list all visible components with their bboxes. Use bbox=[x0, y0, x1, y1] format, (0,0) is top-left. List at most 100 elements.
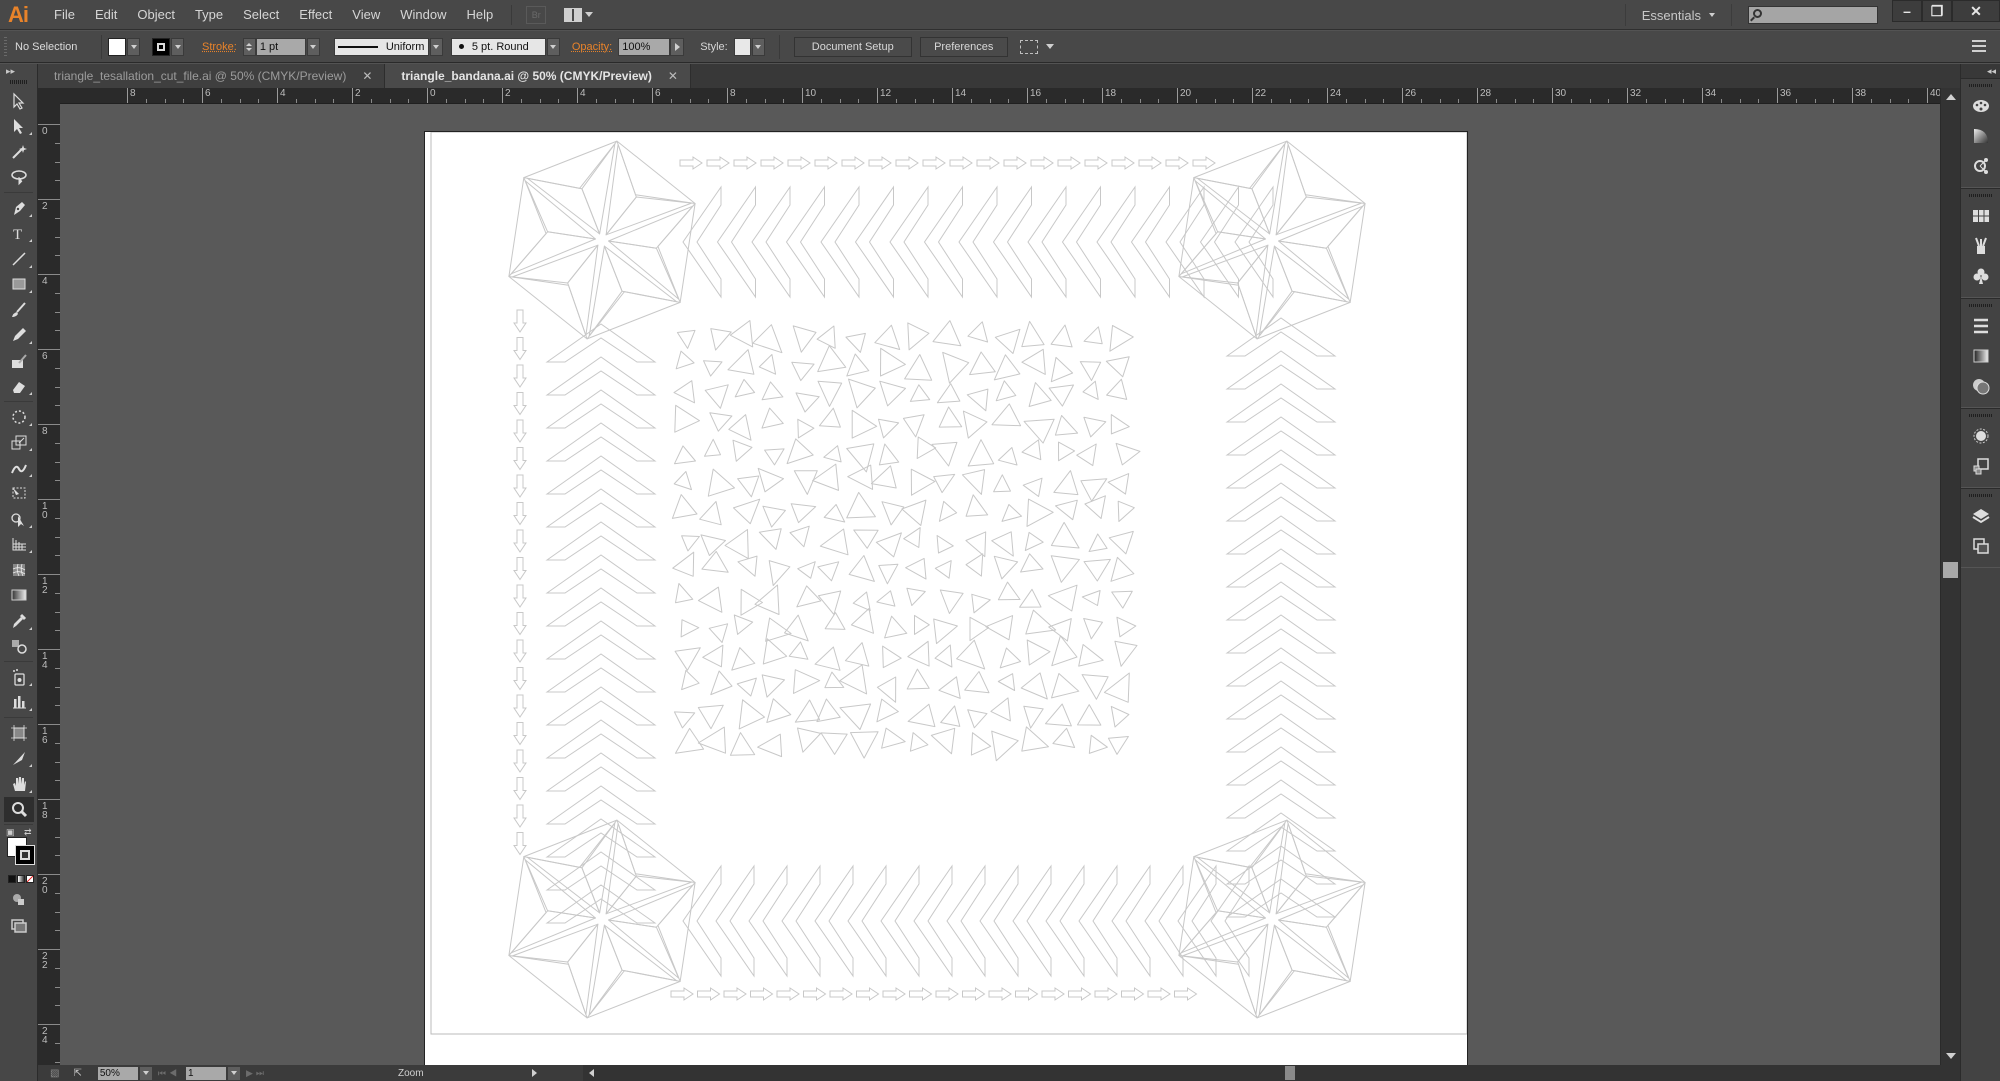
status-menu-icon[interactable] bbox=[532, 1069, 537, 1077]
direct-selection-tool[interactable] bbox=[0, 114, 38, 140]
panel-grip[interactable] bbox=[10, 80, 27, 84]
vertical-ruler[interactable]: 0 2 4 6 8 10 12 14 16 18 20 22 24 bbox=[38, 104, 60, 1065]
graphic-styles-panel-button[interactable] bbox=[1961, 451, 2000, 481]
close-tab-icon[interactable]: ✕ bbox=[362, 69, 372, 83]
lasso-tool[interactable] bbox=[0, 165, 38, 191]
canvas-area[interactable] bbox=[60, 104, 1940, 1065]
screen-mode-button[interactable] bbox=[0, 913, 38, 939]
document-setup-button[interactable]: Document Setup bbox=[793, 36, 912, 57]
artboard[interactable] bbox=[425, 132, 1467, 1065]
artboards-panel-button[interactable] bbox=[1961, 531, 2000, 561]
horizontal-ruler[interactable]: 8 6 4 2 0 2 4 6 8 10 12 14 16 18 20 22 24 26 28 30 32 34 36 38 4… bbox=[60, 88, 1940, 104]
drawing-modes-button[interactable] bbox=[0, 887, 38, 913]
scroll-thumb[interactable] bbox=[1285, 1066, 1295, 1080]
close-button[interactable]: ✕ bbox=[1952, 0, 2000, 22]
fill-color-dropdown[interactable] bbox=[127, 37, 140, 56]
line-segment-tool[interactable] bbox=[0, 246, 38, 272]
stroke-color-swatch[interactable] bbox=[152, 37, 170, 56]
symbols-panel-button[interactable] bbox=[1961, 261, 2000, 291]
artboard-tool[interactable] bbox=[0, 720, 38, 746]
magic-wand-tool[interactable] bbox=[0, 139, 38, 165]
zoom-tool[interactable] bbox=[4, 796, 34, 822]
shape-builder-tool[interactable] bbox=[0, 506, 38, 532]
perspective-grid-tool[interactable] bbox=[0, 532, 38, 558]
zoom-dropdown[interactable] bbox=[139, 1066, 152, 1080]
type-tool[interactable]: T bbox=[0, 221, 38, 247]
width-tool[interactable] bbox=[0, 455, 38, 481]
search-help-input[interactable] bbox=[1748, 6, 1878, 24]
panel-grip[interactable] bbox=[4, 36, 7, 57]
preferences-button[interactable]: Preferences bbox=[919, 36, 1008, 57]
share-icon[interactable]: ⇱ bbox=[73, 1068, 81, 1079]
fill-color-swatch[interactable] bbox=[108, 37, 126, 56]
vertical-scrollbar[interactable] bbox=[1940, 88, 1960, 1065]
profile-dropdown[interactable] bbox=[429, 37, 443, 56]
blend-tool[interactable] bbox=[0, 634, 38, 660]
kuler-panel-button[interactable] bbox=[1961, 151, 2000, 181]
menu-object[interactable]: Object bbox=[127, 7, 185, 22]
version-cue-icon[interactable]: ▧ bbox=[50, 1068, 59, 1079]
brush-definition-select[interactable]: 5 pt. Round bbox=[450, 37, 546, 56]
control-panel-menu-icon[interactable] bbox=[1972, 40, 1986, 52]
scroll-left-icon[interactable] bbox=[589, 1069, 594, 1077]
stroke-panel-link[interactable]: Stroke: bbox=[202, 41, 237, 53]
rectangle-tool[interactable] bbox=[0, 272, 38, 298]
opacity-panel-link[interactable]: Opacity: bbox=[572, 41, 612, 53]
blob-brush-tool[interactable] bbox=[0, 348, 38, 374]
pen-tool[interactable] bbox=[0, 195, 38, 221]
workspace-switcher[interactable]: Essentials bbox=[1624, 4, 1732, 26]
color-panel-button[interactable] bbox=[1961, 91, 2000, 121]
brushes-panel-button[interactable] bbox=[1961, 231, 2000, 261]
close-tab-icon[interactable]: ✕ bbox=[668, 69, 678, 83]
color-guide-panel-button[interactable] bbox=[1961, 121, 2000, 151]
stroke-swatch[interactable] bbox=[15, 845, 35, 865]
stroke-weight-input[interactable]: 1 pt bbox=[255, 37, 306, 56]
scroll-up-icon[interactable] bbox=[1946, 94, 1956, 100]
slice-tool[interactable] bbox=[0, 746, 38, 772]
mesh-tool[interactable] bbox=[0, 557, 38, 583]
paintbrush-tool[interactable] bbox=[0, 297, 38, 323]
graphic-style-dropdown[interactable] bbox=[751, 37, 765, 56]
gradient-button[interactable] bbox=[17, 875, 25, 883]
layers-panel-button[interactable] bbox=[1961, 501, 2000, 531]
menu-type[interactable]: Type bbox=[185, 7, 233, 22]
gradient-tool[interactable] bbox=[0, 583, 38, 609]
first-prev-artboard-icon[interactable]: ⏮◀ bbox=[158, 1068, 180, 1079]
menu-help[interactable]: Help bbox=[456, 7, 503, 22]
stroke-panel-button[interactable] bbox=[1961, 311, 2000, 341]
menu-window[interactable]: Window bbox=[390, 7, 456, 22]
pencil-tool[interactable] bbox=[0, 323, 38, 349]
gradient-panel-button[interactable] bbox=[1961, 341, 2000, 371]
hand-tool[interactable] bbox=[0, 771, 38, 797]
panel-grip[interactable] bbox=[1969, 194, 1992, 197]
horizontal-scrollbar[interactable] bbox=[583, 1065, 1978, 1081]
ruler-origin[interactable] bbox=[38, 88, 60, 104]
menu-view[interactable]: View bbox=[342, 7, 390, 22]
tab-triangle-tesallation[interactable]: triangle_tesallation_cut_file.ai @ 50% (… bbox=[38, 64, 386, 88]
menu-file[interactable]: File bbox=[44, 7, 85, 22]
column-graph-tool[interactable] bbox=[0, 690, 38, 716]
transparency-panel-button[interactable] bbox=[1961, 371, 2000, 401]
align-options-icon[interactable] bbox=[1019, 39, 1038, 54]
bridge-button[interactable]: Br bbox=[526, 5, 547, 24]
none-button[interactable] bbox=[26, 875, 34, 883]
stroke-weight-dropdown[interactable] bbox=[306, 37, 320, 56]
opacity-input[interactable]: 100% bbox=[618, 37, 671, 56]
arrange-documents-button[interactable] bbox=[564, 7, 594, 22]
collapse-dock-icon[interactable]: ◂◂ bbox=[1961, 64, 2000, 78]
stroke-color-dropdown[interactable] bbox=[171, 37, 184, 56]
symbol-sprayer-tool[interactable] bbox=[0, 664, 38, 690]
menu-edit[interactable]: Edit bbox=[85, 7, 127, 22]
tab-triangle-bandana[interactable]: triangle_bandana.ai @ 50% (CMYK/Preview)… bbox=[385, 64, 691, 88]
restore-button[interactable]: ❐ bbox=[1922, 0, 1952, 22]
swatches-panel-button[interactable] bbox=[1961, 201, 2000, 231]
variable-width-profile-select[interactable]: Uniform bbox=[333, 37, 429, 56]
menu-effect[interactable]: Effect bbox=[289, 7, 342, 22]
appearance-panel-button[interactable] bbox=[1961, 421, 2000, 451]
menu-select[interactable]: Select bbox=[233, 7, 289, 22]
panel-grip[interactable] bbox=[1969, 494, 1992, 497]
opacity-slider-button[interactable] bbox=[670, 37, 685, 56]
artboard-number-input[interactable]: 1 bbox=[185, 1066, 226, 1080]
eyedropper-tool[interactable] bbox=[0, 608, 38, 634]
panel-grip[interactable] bbox=[1969, 84, 1992, 87]
